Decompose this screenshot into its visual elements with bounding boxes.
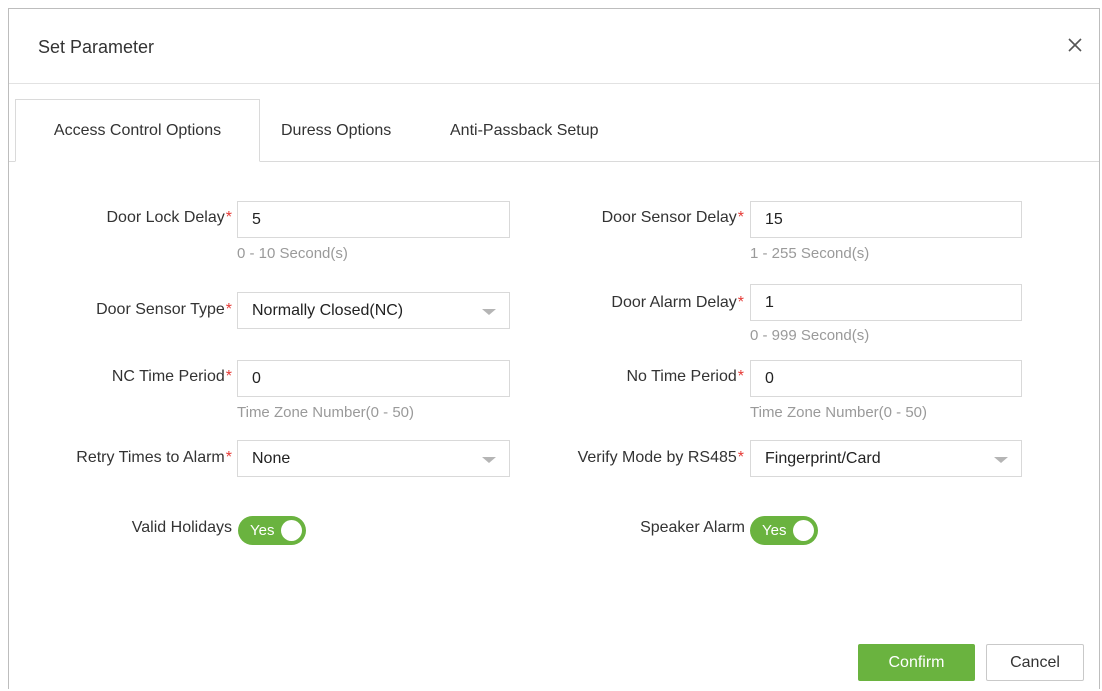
door-alarm-delay-hint: 0 - 999 Second(s) — [750, 327, 870, 344]
tab-access-control-options[interactable]: Access Control Options — [15, 99, 260, 162]
nc-time-period-hint: Time Zone Number(0 - 50) — [237, 404, 414, 421]
valid-holidays-toggle-text: Yes — [250, 522, 275, 539]
door-sensor-type-select[interactable]: Normally Closed(NC) — [237, 292, 510, 329]
set-parameter-dialog: Set Parameter Access Control Options Dur… — [8, 8, 1100, 689]
close-icon — [1068, 38, 1082, 52]
door-lock-delay-hint: 0 - 10 Second(s) — [237, 245, 348, 262]
door-alarm-delay-input[interactable] — [750, 284, 1022, 321]
speaker-alarm-toggle[interactable]: Yes — [750, 516, 818, 545]
valid-holidays-toggle[interactable]: Yes — [238, 516, 306, 545]
speaker-alarm-label: Speaker Alarm — [640, 519, 745, 536]
retry-times-to-alarm-label: Retry Times to Alarm* — [76, 449, 232, 466]
no-time-period-input[interactable] — [750, 360, 1022, 397]
chevron-down-icon — [994, 457, 1008, 463]
door-lock-delay-label: Door Lock Delay* — [106, 209, 232, 226]
door-sensor-delay-label: Door Sensor Delay* — [601, 209, 744, 226]
retry-times-to-alarm-value: None — [252, 449, 291, 467]
toggle-knob — [793, 520, 814, 541]
no-time-period-label: No Time Period* — [626, 368, 745, 385]
tab-bar: Access Control Options Duress Options An… — [9, 99, 1099, 162]
valid-holidays-label: Valid Holidays — [131, 519, 232, 536]
verify-mode-by-rs485-value: Fingerprint/Card — [765, 449, 881, 467]
confirm-button[interactable]: Confirm — [858, 644, 975, 681]
door-alarm-delay-label: Door Alarm Delay* — [611, 294, 744, 311]
chevron-down-icon — [482, 457, 496, 463]
verify-mode-by-rs485-select[interactable]: Fingerprint/Card — [750, 440, 1022, 477]
cancel-button[interactable]: Cancel — [986, 644, 1084, 681]
door-sensor-delay-hint: 1 - 255 Second(s) — [750, 245, 870, 262]
door-sensor-delay-input[interactable] — [750, 201, 1022, 238]
dialog-header: Set Parameter — [9, 9, 1099, 83]
nc-time-period-input[interactable] — [237, 360, 510, 397]
door-sensor-type-label: Door Sensor Type* — [96, 301, 232, 318]
door-sensor-type-value: Normally Closed(NC) — [252, 301, 404, 319]
toggle-knob — [281, 520, 302, 541]
dialog-title: Set Parameter — [38, 37, 155, 57]
verify-mode-by-rs485-label: Verify Mode by RS485* — [577, 449, 744, 466]
chevron-down-icon — [482, 309, 496, 315]
header-divider — [9, 83, 1099, 84]
nc-time-period-label: NC Time Period* — [111, 368, 232, 385]
access-control-form: Door Lock Delay* 0 - 10 Second(s) Door S… — [9, 162, 1099, 612]
speaker-alarm-toggle-text: Yes — [762, 522, 787, 539]
tab-anti-passback-setup[interactable]: Anti-Passback Setup — [450, 99, 599, 162]
tab-duress-options[interactable]: Duress Options — [281, 99, 391, 162]
close-button[interactable] — [1061, 31, 1089, 59]
door-lock-delay-input[interactable] — [237, 201, 510, 238]
no-time-period-hint: Time Zone Number(0 - 50) — [750, 404, 927, 421]
retry-times-to-alarm-select[interactable]: None — [237, 440, 510, 477]
